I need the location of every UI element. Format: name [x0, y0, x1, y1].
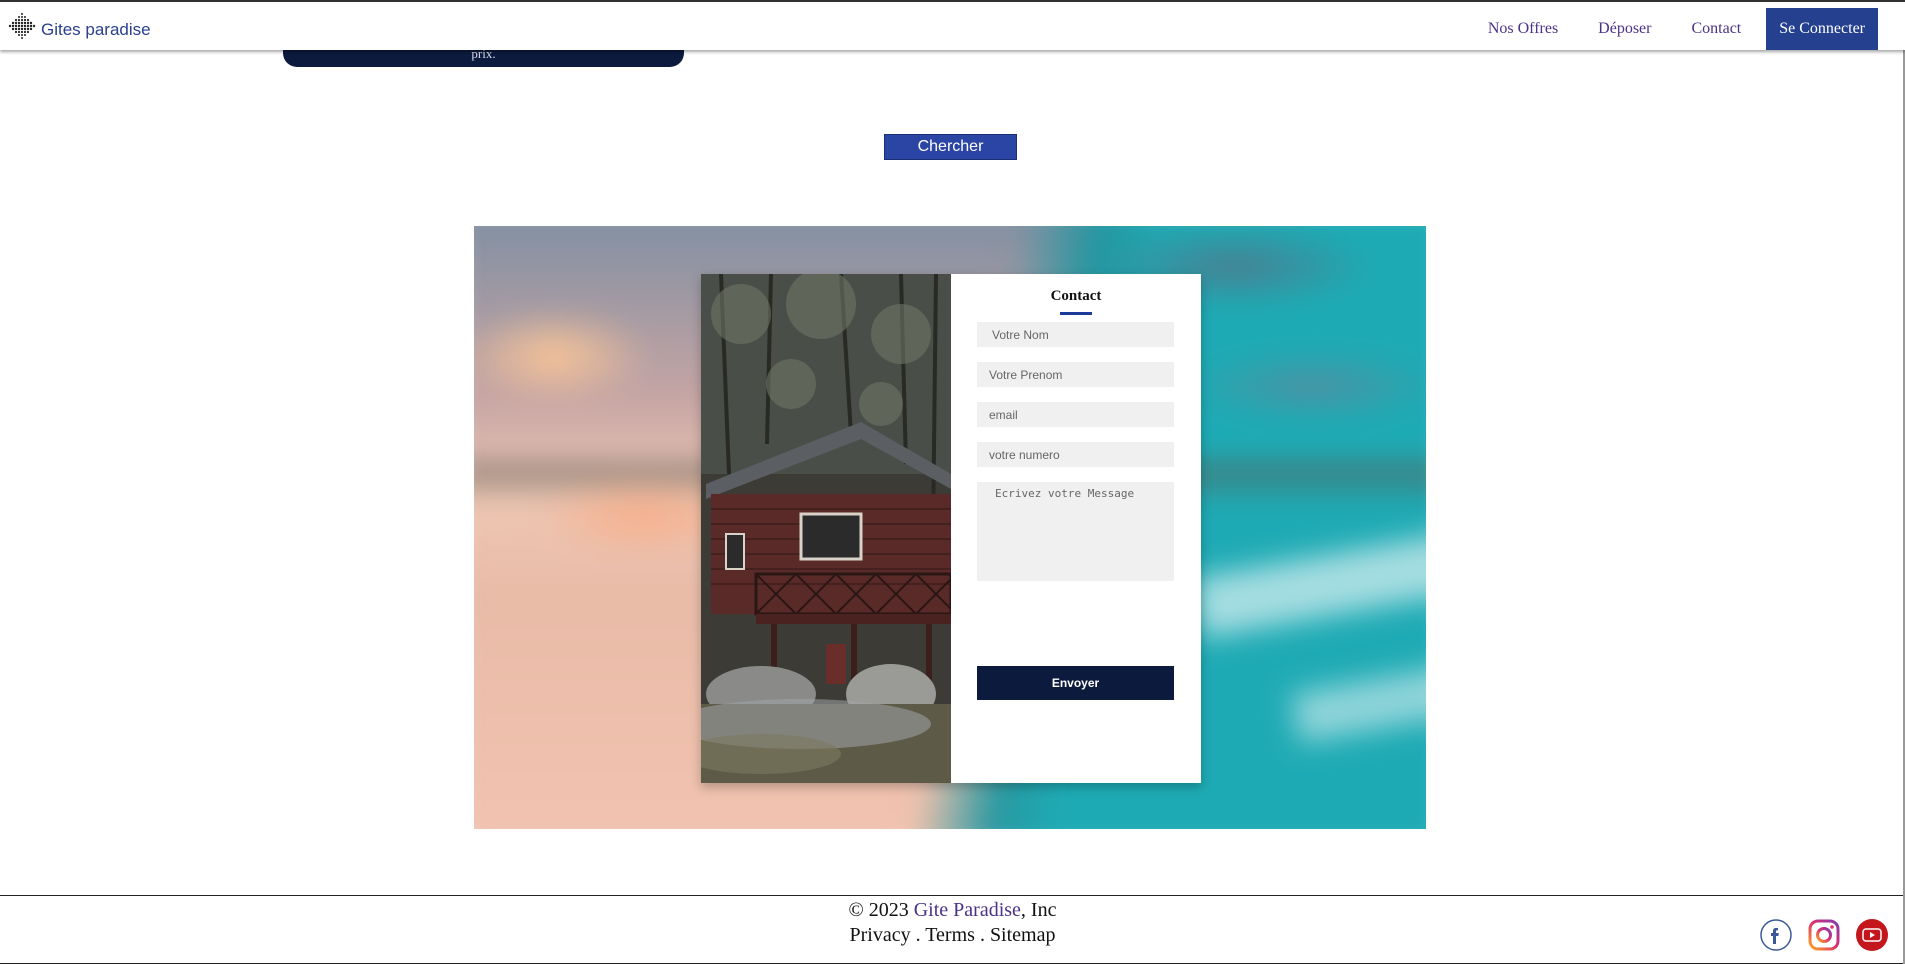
- message-textarea[interactable]: Ecrivez votre Message: [977, 482, 1174, 581]
- facebook-icon[interactable]: [1759, 918, 1793, 952]
- main-nav: Nos Offres Déposer Contact Se Connecter: [1468, 8, 1878, 50]
- privacy-link[interactable]: Privacy: [850, 924, 911, 946]
- login-button[interactable]: Se Connecter: [1766, 8, 1878, 50]
- prenom-input[interactable]: Votre Prenom: [977, 362, 1174, 387]
- terms-link[interactable]: Terms: [925, 924, 975, 946]
- envoyer-button[interactable]: Envoyer: [977, 666, 1174, 700]
- nom-input[interactable]: Votre Nom: [977, 322, 1174, 347]
- sitemap-link[interactable]: Sitemap: [990, 924, 1056, 946]
- title-underline: [1060, 312, 1092, 315]
- contact-form: Contact Votre Nom Votre Prenom email vot…: [951, 274, 1201, 783]
- logo-icon: [8, 13, 36, 39]
- nav-deposer[interactable]: Déposer: [1578, 20, 1671, 38]
- cabin-image: [701, 274, 951, 783]
- instagram-icon[interactable]: [1807, 918, 1841, 952]
- contact-title: Contact: [1050, 288, 1102, 304]
- company-link[interactable]: Gite Paradise: [914, 899, 1021, 921]
- nav-contact[interactable]: Contact: [1671, 20, 1761, 38]
- brand-name: Gites paradise: [41, 20, 151, 39]
- nav-nos-offres[interactable]: Nos Offres: [1468, 20, 1578, 38]
- social-links: [1759, 918, 1889, 952]
- footer-text: © 2023 Gite Paradise, Inc Privacy . Term…: [848, 899, 1057, 946]
- footer: © 2023 Gite Paradise, Inc Privacy . Term…: [0, 895, 1905, 964]
- navbar: Gites paradise Nos Offres Déposer Contac…: [0, 0, 1905, 50]
- youtube-icon[interactable]: [1855, 918, 1889, 952]
- contact-card: Contact Votre Nom Votre Prenom email vot…: [701, 274, 1201, 783]
- copyright-prefix: © 2023: [848, 899, 914, 921]
- brand-link[interactable]: Gites paradise: [6, 11, 151, 43]
- email-input[interactable]: email: [977, 402, 1174, 427]
- numero-input[interactable]: votre numero: [977, 442, 1174, 467]
- copyright-suffix: , Inc: [1020, 899, 1057, 921]
- search-button[interactable]: Chercher: [884, 134, 1017, 160]
